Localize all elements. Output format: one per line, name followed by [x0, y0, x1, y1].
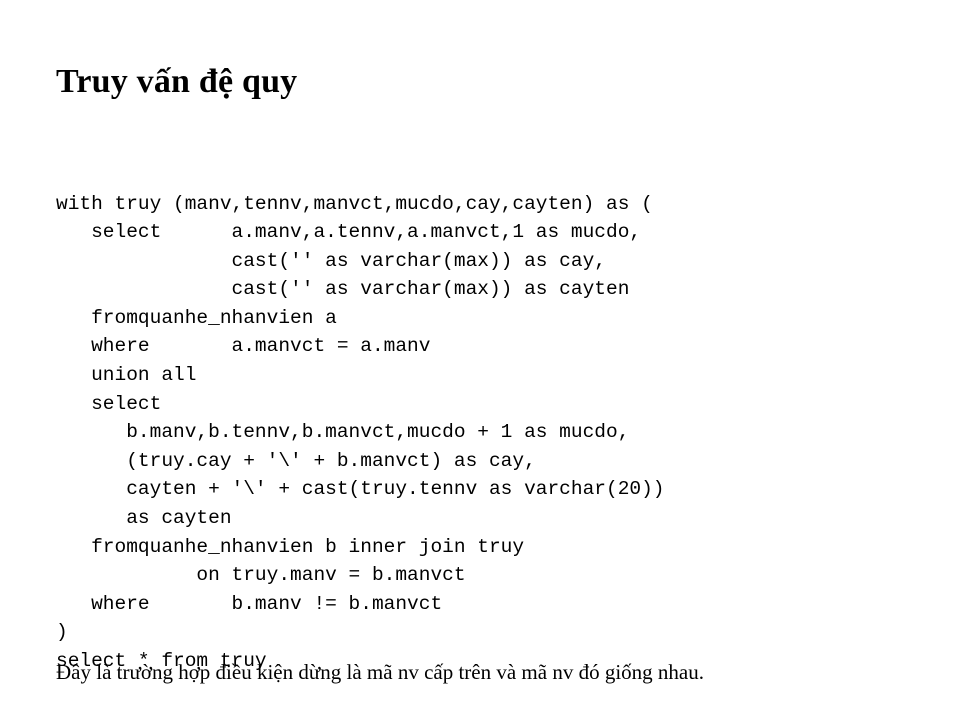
- code-line: with truy (manv,tennv,manvct,mucdo,cay,c…: [56, 192, 653, 215]
- code-line: b.manv,b.tennv,b.manvct,mucdo + 1 as muc…: [56, 421, 630, 444]
- code-line: fromquanhe_nhanvien b inner join truy: [56, 535, 525, 558]
- code-line: union all: [56, 364, 197, 387]
- code-line: select: [56, 392, 162, 415]
- code-line: where b.manv != b.manvct: [56, 592, 443, 615]
- code-line: as cayten: [56, 507, 232, 530]
- code-line: select a.manv,a.tennv,a.manvct,1 as mucd…: [56, 221, 642, 244]
- explanatory-note: Đây là trường hợp điều kiện dừng là mã n…: [56, 660, 704, 684]
- code-line: fromquanhe_nhanvien a: [56, 306, 337, 329]
- code-line: (truy.cay + '\' + b.manvct) as cay,: [56, 449, 536, 472]
- sql-code-block: with truy (manv,tennv,manvct,mucdo,cay,c…: [56, 190, 665, 676]
- code-line: ): [56, 621, 68, 644]
- code-line: on truy.manv = b.manvct: [56, 564, 466, 587]
- code-line: cayten + '\' + cast(truy.tennv as varcha…: [56, 478, 665, 501]
- page-title: Truy vấn đệ quy: [56, 62, 298, 100]
- slide-canvas: Truy vấn đệ quy with truy (manv,tennv,ma…: [0, 0, 960, 720]
- code-line: where a.manvct = a.manv: [56, 335, 431, 358]
- code-line: cast('' as varchar(max)) as cayten: [56, 278, 630, 301]
- code-line: cast('' as varchar(max)) as cay,: [56, 249, 606, 272]
